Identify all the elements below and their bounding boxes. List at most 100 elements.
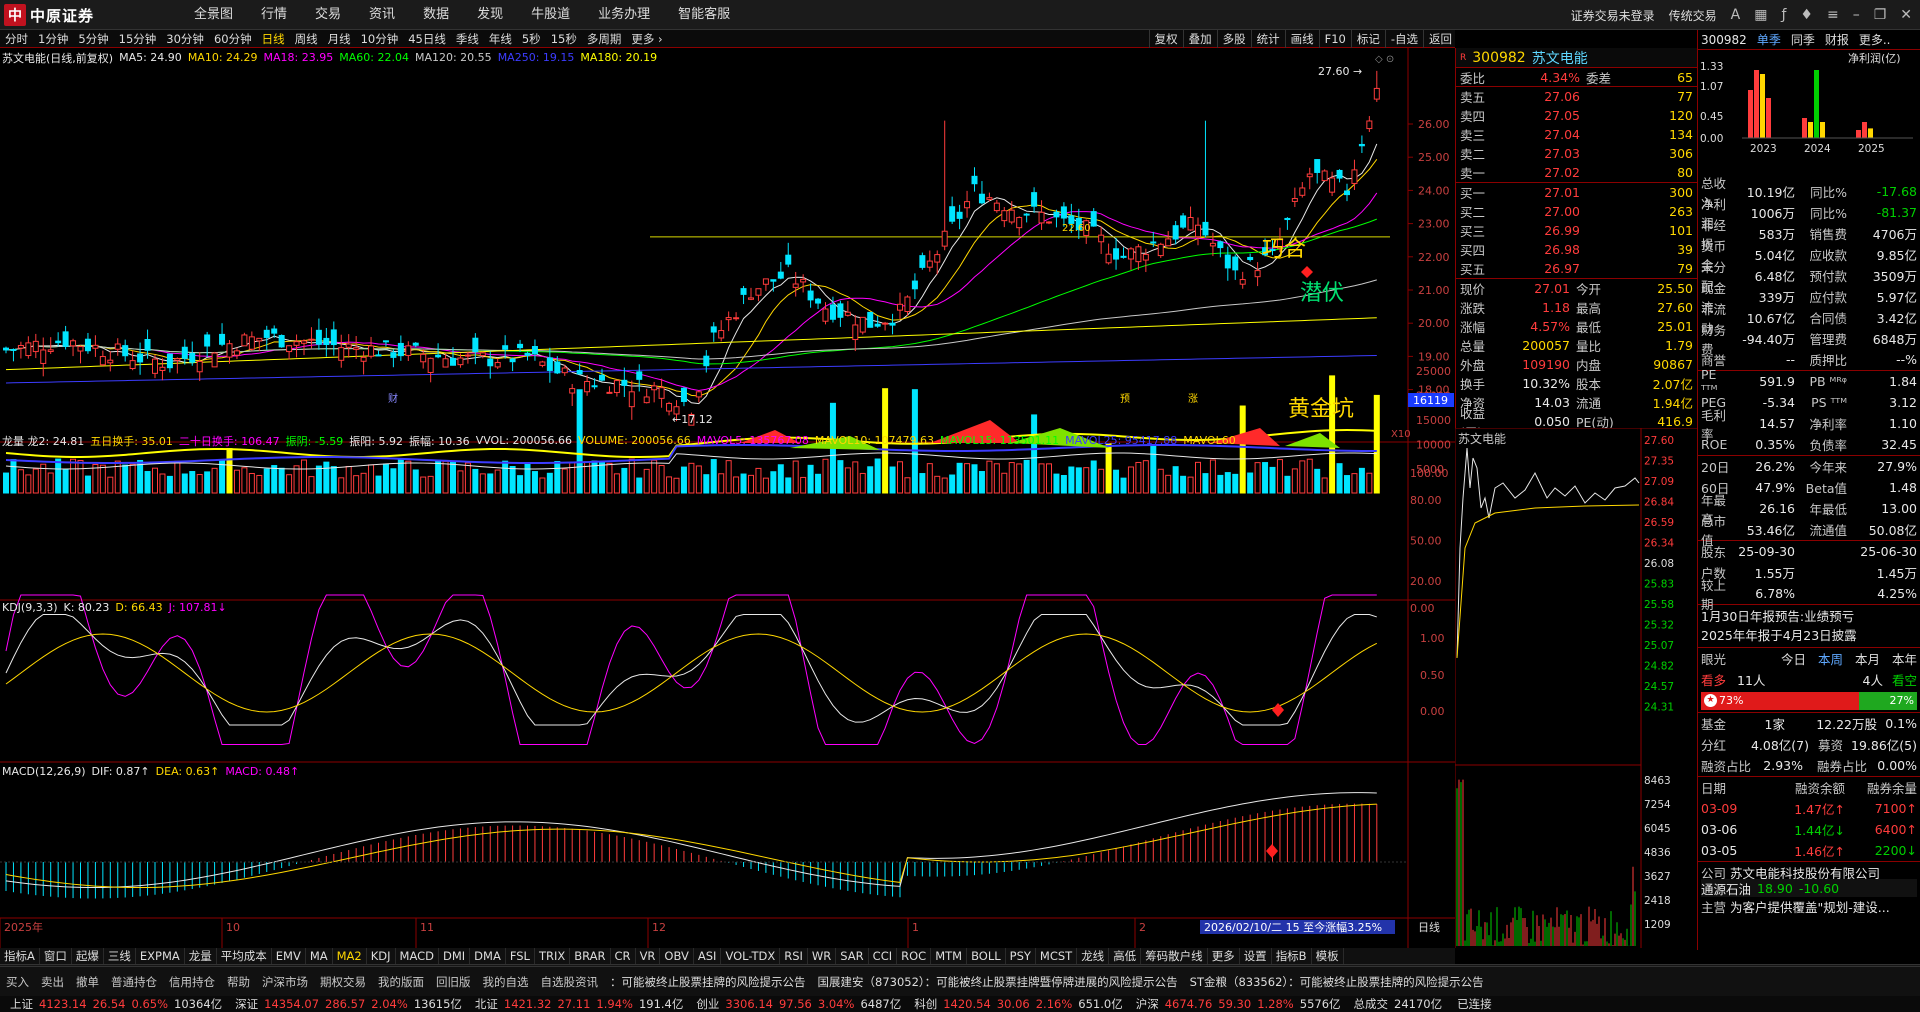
indicator-tab-23[interactable]: WR: [808, 948, 837, 964]
period-8[interactable]: 月线: [323, 30, 356, 48]
period-14[interactable]: 15秒: [546, 30, 582, 48]
period-16[interactable]: 更多 ›: [626, 30, 667, 48]
sell-row[interactable]: 卖三 27.04 134: [1456, 125, 1697, 144]
indicator-tab-33[interactable]: 筹码散户线: [1141, 948, 1208, 964]
traditional-trade-link[interactable]: 传统交易: [1669, 7, 1717, 24]
indicator-tab-24[interactable]: SAR: [836, 948, 869, 964]
quick-tool-3[interactable]: 普通持仓: [105, 974, 163, 990]
sell-row[interactable]: 卖五 27.06 77: [1456, 87, 1697, 106]
period-2[interactable]: 5分钟: [73, 30, 113, 48]
indicator-tab-34[interactable]: 更多: [1208, 948, 1240, 964]
menu-6[interactable]: 牛股道: [517, 0, 584, 30]
chart-diamond-icon[interactable]: ◇ ⊙: [1375, 54, 1394, 65]
indicator-tab-10[interactable]: KDJ: [367, 948, 396, 964]
indicator-tab-12[interactable]: DMI: [439, 948, 471, 964]
index-name[interactable]: 上证: [0, 996, 36, 1012]
f10-tab-2[interactable]: 财报: [1825, 31, 1849, 48]
trade-login-status[interactable]: 证券交易未登录: [1571, 7, 1655, 24]
quick-tool-7[interactable]: 期权交易: [314, 974, 372, 990]
tool-8[interactable]: 返回: [1423, 30, 1457, 48]
menu-0[interactable]: 全景图: [180, 0, 247, 30]
tool-1[interactable]: 叠加: [1182, 30, 1217, 48]
indicator-tab-27[interactable]: MTM: [931, 948, 968, 964]
indicator-tab-21[interactable]: VOL-TDX: [721, 948, 781, 964]
period-11[interactable]: 季线: [451, 30, 484, 48]
index-name[interactable]: 创业: [686, 996, 722, 1012]
indicator-tab-5[interactable]: 龙量: [185, 948, 217, 964]
f10-tab-1[interactable]: 同季: [1791, 31, 1815, 48]
kline-chart[interactable]: 26.0025.0024.0023.0022.0021.0020.0019.00…: [0, 48, 1455, 948]
news-ticker-1[interactable]: 国展建安（873052）：可能被终止股票挂牌暨停牌进展的风险提示公告: [812, 974, 1184, 990]
quick-tool-8[interactable]: 我的版面: [372, 974, 430, 990]
period-12[interactable]: 年线: [484, 30, 517, 48]
indicator-tab-19[interactable]: OBV: [660, 948, 694, 964]
tool-5[interactable]: F10: [1318, 30, 1351, 48]
indicator-tab-37[interactable]: 模板: [1312, 948, 1344, 964]
period-1[interactable]: 1分钟: [33, 30, 73, 48]
tool-6[interactable]: 标记: [1350, 30, 1385, 48]
restore-icon[interactable]: ❐: [1874, 7, 1887, 23]
indicator-tab-8[interactable]: MA: [306, 948, 333, 964]
sell-row[interactable]: 卖一 27.02 80: [1456, 163, 1697, 182]
index-name[interactable]: 北证: [465, 996, 501, 1012]
quick-tool-9[interactable]: 回旧版: [430, 974, 477, 990]
indicator-tab-6[interactable]: 平均成本: [217, 948, 272, 964]
quick-tool-1[interactable]: 卖出: [35, 974, 70, 990]
indicator-tab-3[interactable]: 三线: [104, 948, 136, 964]
indicator-tab-20[interactable]: ASI: [694, 948, 722, 964]
tool-2[interactable]: 多股: [1216, 30, 1251, 48]
tool-4[interactable]: 画线: [1284, 30, 1319, 48]
formula-icon[interactable]: ƒ: [1781, 7, 1786, 23]
news-ticker-2[interactable]: ST金粮（833562）：可能被终止股票挂牌的风险提示公告: [1184, 974, 1490, 990]
period-3[interactable]: 15分钟: [114, 30, 162, 48]
indicator-tab-35[interactable]: 设置: [1240, 948, 1272, 964]
period-4[interactable]: 30分钟: [161, 30, 209, 48]
period-15[interactable]: 多周期: [582, 30, 627, 48]
indicator-tab-14[interactable]: FSL: [506, 948, 535, 964]
grid-icon[interactable]: ▦: [1754, 7, 1767, 23]
period-6[interactable]: 日线: [257, 30, 290, 48]
period-13[interactable]: 5秒: [517, 30, 546, 48]
f10-tab-3[interactable]: 更多..: [1859, 31, 1891, 48]
notice-1[interactable]: 1月30日年报预告:业绩预亏: [1701, 607, 1917, 626]
quick-tool-4[interactable]: 信用持仓: [163, 974, 221, 990]
tool-3[interactable]: 统计: [1250, 30, 1285, 48]
indicator-tab-18[interactable]: VR: [636, 948, 661, 964]
indicator-tab-29[interactable]: PSY: [1006, 948, 1036, 964]
indicator-tab-4[interactable]: EXPMA: [136, 948, 185, 964]
period-5[interactable]: 60分钟: [209, 30, 257, 48]
tool-7[interactable]: -自选: [1384, 30, 1423, 48]
minimize-icon[interactable]: –: [1853, 7, 1860, 23]
indicator-tab-31[interactable]: 龙线: [1077, 948, 1110, 964]
indicator-tab-16[interactable]: BRAR: [570, 948, 611, 964]
buy-row[interactable]: 买三 26.99 101: [1456, 221, 1697, 240]
indicator-tab-7[interactable]: EMV: [272, 948, 306, 964]
menu-3[interactable]: 资讯: [355, 0, 409, 30]
eye-tab-0[interactable]: 今日: [1781, 649, 1806, 668]
sell-row[interactable]: 卖二 27.03 306: [1456, 144, 1697, 163]
period-10[interactable]: 45日线: [403, 30, 451, 48]
menu-icon[interactable]: ≡: [1827, 7, 1839, 23]
indicator-tab-32[interactable]: 高低: [1109, 948, 1142, 964]
indicator-tab-22[interactable]: RSI: [780, 948, 808, 964]
indicator-tab-15[interactable]: TRIX: [535, 948, 571, 964]
skin-icon[interactable]: ♦: [1800, 7, 1813, 23]
buy-row[interactable]: 买四 26.98 39: [1456, 240, 1697, 259]
period-7[interactable]: 周线: [290, 30, 323, 48]
menu-2[interactable]: 交易: [301, 0, 355, 30]
index-name[interactable]: 深证: [225, 996, 261, 1012]
indicator-tab-0[interactable]: 指标A: [0, 948, 40, 964]
menu-1[interactable]: 行情: [247, 0, 301, 30]
eye-tab-2[interactable]: 本月: [1855, 649, 1880, 668]
quick-tool-6[interactable]: 沪深市场: [256, 974, 314, 990]
eye-tab-3[interactable]: 本年: [1892, 649, 1917, 668]
indicator-tab-2[interactable]: 起爆: [72, 948, 104, 964]
indicator-tab-28[interactable]: BOLL: [967, 948, 1006, 964]
indicator-tab-17[interactable]: CR: [611, 948, 636, 964]
sell-row[interactable]: 卖四 27.05 120: [1456, 106, 1697, 125]
quick-tool-10[interactable]: 我的自选: [477, 974, 535, 990]
quick-tool-5[interactable]: 帮助: [221, 974, 256, 990]
news-ticker-0[interactable]: ：可能被终止股票挂牌的风险提示公告: [604, 974, 812, 990]
indicator-tab-1[interactable]: 窗口: [40, 948, 72, 964]
buy-row[interactable]: 买二 27.00 263: [1456, 202, 1697, 221]
